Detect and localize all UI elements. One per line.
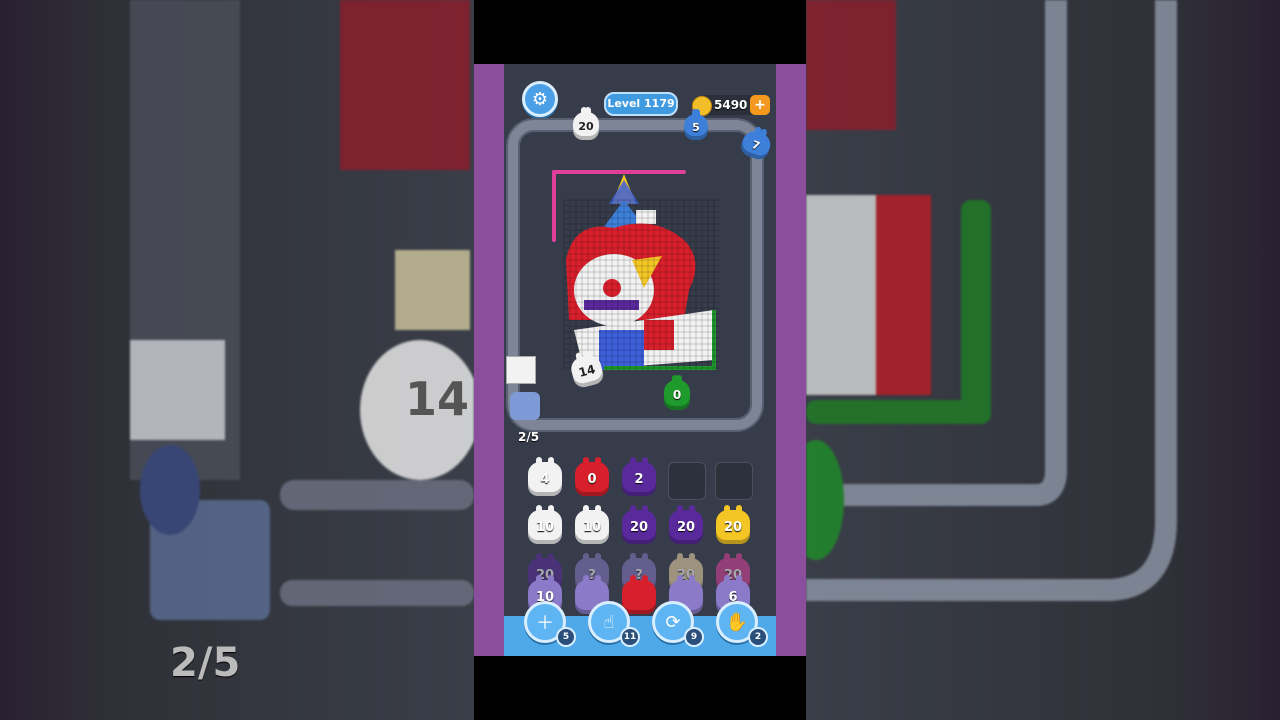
shooter-count: 5 bbox=[692, 120, 700, 134]
empty-queue-slot bbox=[715, 462, 753, 500]
left-blurred-backdrop: 14 2/5 bbox=[0, 0, 474, 720]
shooter-count: 7 bbox=[750, 137, 762, 153]
queue-shooter[interactable]: 2 bbox=[622, 457, 656, 496]
queue-shooter-count: 2 bbox=[634, 471, 644, 487]
queue-shooter-count: 20 bbox=[629, 519, 649, 535]
track-shooter-white[interactable]: 20 bbox=[573, 107, 599, 140]
tool-count-badge: 5 bbox=[556, 627, 576, 647]
queue-shooter[interactable]: 0 bbox=[575, 457, 609, 496]
level-badge: Level 1179 bbox=[604, 92, 678, 116]
pixel-art-canvas bbox=[552, 170, 719, 370]
blurred-progress: 2/5 bbox=[170, 640, 241, 686]
shuffle-icon: ⟳ bbox=[665, 611, 681, 633]
blurred-counter: 14 bbox=[405, 372, 470, 426]
coin-amount: 5490 bbox=[714, 98, 748, 112]
belt-entrance bbox=[510, 392, 540, 420]
coin-counter: 5490 + bbox=[692, 95, 770, 116]
shooter-count: 14 bbox=[577, 362, 597, 380]
queue-shooter[interactable]: 4 bbox=[528, 457, 562, 496]
shooter-count: 20 bbox=[578, 119, 594, 133]
hand-pointer-icon: ☝ bbox=[603, 611, 615, 633]
game-screen: ⚙ Level 1179 5490 + 20 5 7 0 14 2/5 4 0 … bbox=[474, 64, 806, 656]
phone-frame: ⚙ Level 1179 5490 + 20 5 7 0 14 2/5 4 0 … bbox=[474, 0, 806, 720]
belt-feeder-stack bbox=[506, 356, 536, 384]
settings-button[interactable]: ⚙ bbox=[522, 81, 558, 117]
plus-icon[interactable]: + bbox=[750, 95, 770, 115]
shooter-count: 0 bbox=[672, 388, 682, 402]
queue-shooter bbox=[622, 575, 656, 614]
queue-shooter-count: 10 bbox=[535, 519, 555, 535]
left-backdrop-art bbox=[130, 0, 474, 620]
right-backdrop-art bbox=[806, 0, 1177, 601]
queue-shooter-count: 10 bbox=[582, 519, 602, 535]
queue-shooter-count: 4 bbox=[540, 471, 550, 487]
empty-queue-slot bbox=[668, 462, 706, 500]
add-slot-icon: ＋ bbox=[536, 613, 554, 634]
queue-shooter[interactable]: 20 bbox=[622, 505, 656, 544]
queue-shooter[interactable]: 10 bbox=[528, 505, 562, 544]
gear-icon: ⚙ bbox=[531, 88, 549, 110]
queue-shooter[interactable]: 20 bbox=[669, 505, 703, 544]
track-shooter-blue[interactable]: 5 bbox=[684, 109, 708, 140]
queue-shooter-count: 0 bbox=[587, 471, 597, 487]
tool-count-badge: 9 bbox=[684, 627, 704, 647]
magic-glove-icon: ✋ bbox=[725, 611, 749, 633]
belt-shooter-green[interactable]: 0 bbox=[664, 375, 690, 410]
queue-shooter-count: 20 bbox=[676, 519, 696, 535]
right-blurred-backdrop bbox=[806, 0, 1280, 720]
tool-count-badge: 11 bbox=[620, 627, 640, 647]
queue-shooter[interactable]: 10 bbox=[575, 505, 609, 544]
belt-progress: 2/5 bbox=[518, 430, 540, 444]
queue-shooter[interactable]: 20 bbox=[716, 505, 750, 544]
tool-count-badge: 2 bbox=[748, 627, 768, 647]
queue-shooter-count: 20 bbox=[723, 519, 743, 535]
